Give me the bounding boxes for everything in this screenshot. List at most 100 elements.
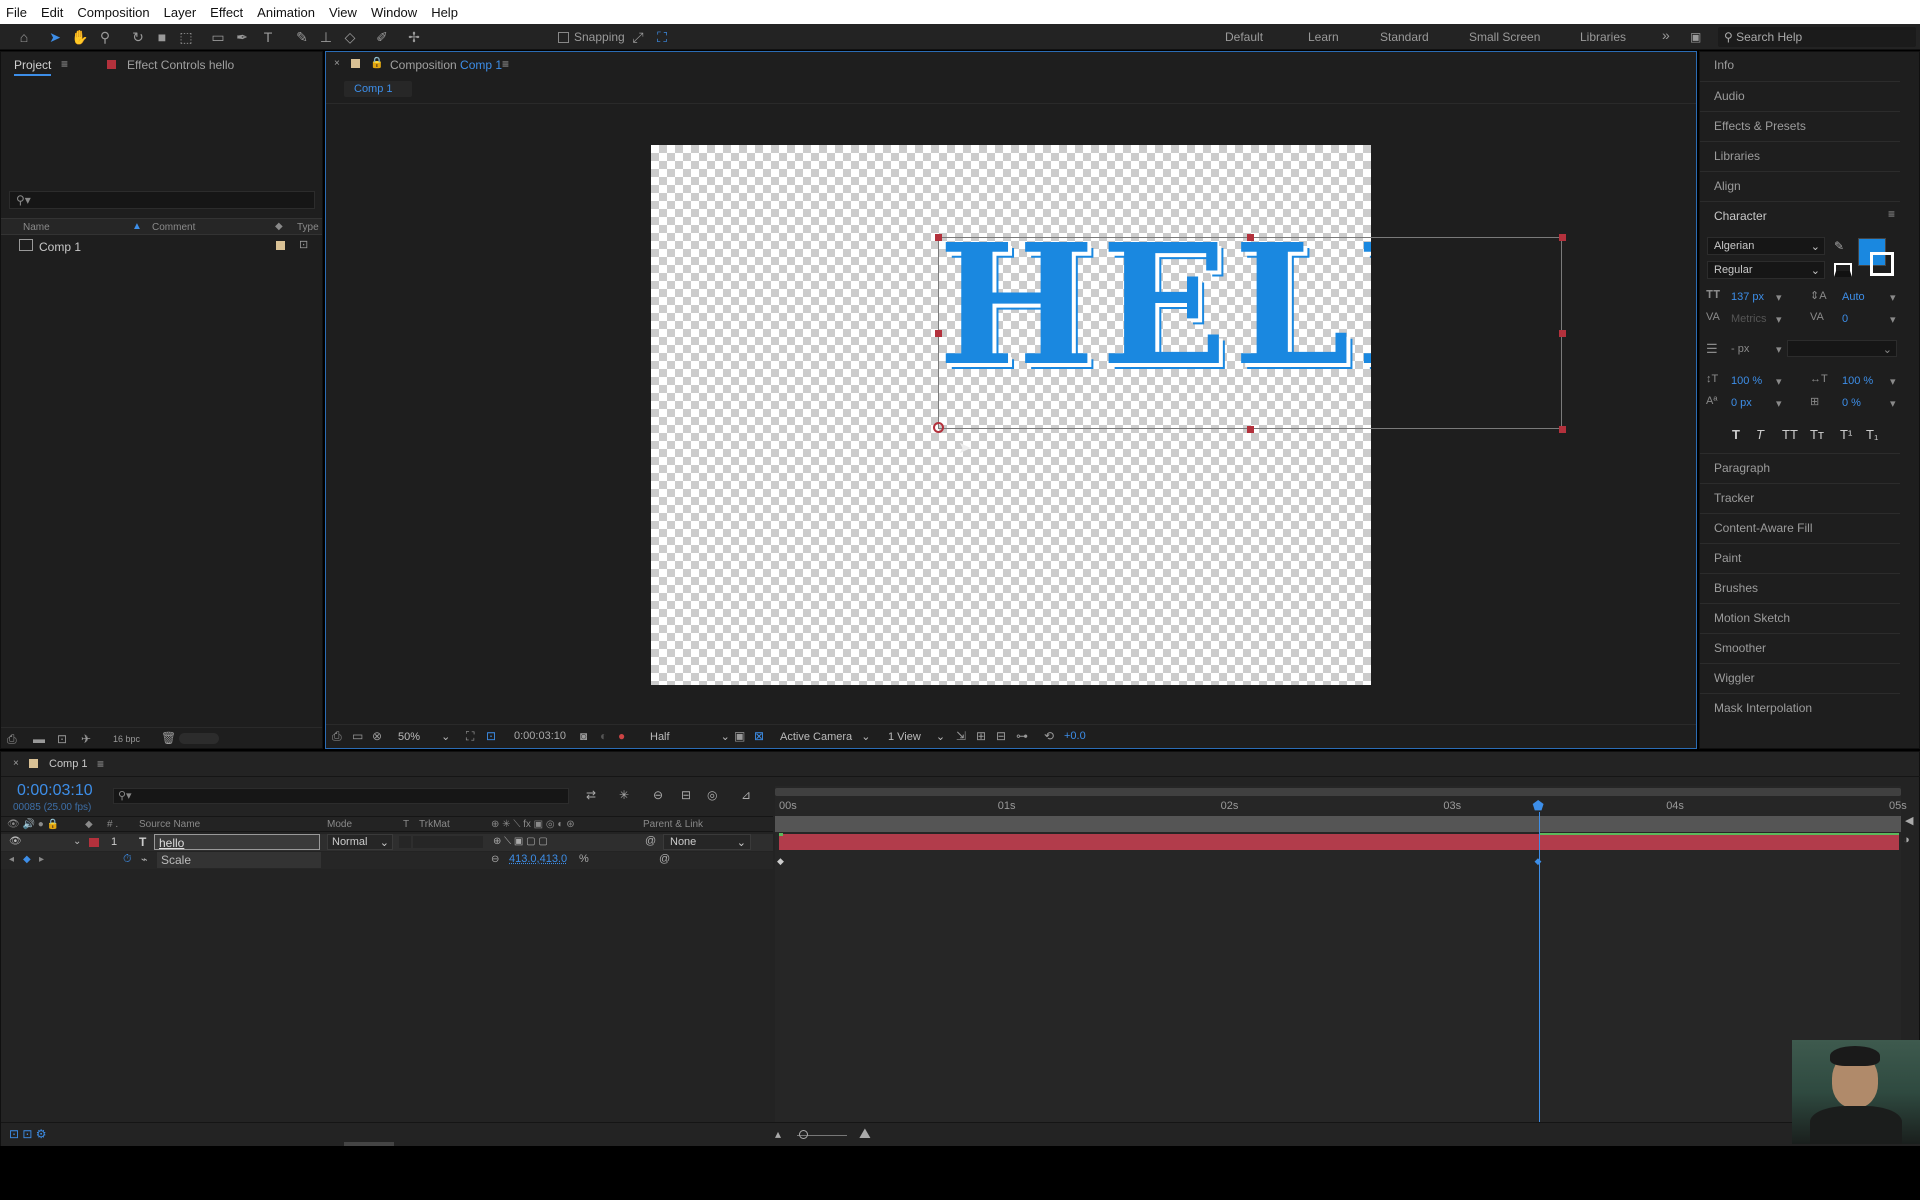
region-of-interest-icon[interactable]: ▣: [734, 729, 745, 743]
column-name[interactable]: Name: [23, 222, 50, 233]
trash-icon[interactable]: 🗑: [161, 731, 176, 745]
bbox-handle-middle-left[interactable]: [935, 330, 942, 337]
panel-audio[interactable]: Audio: [1700, 81, 1900, 109]
superscript-button[interactable]: T¹: [1840, 427, 1852, 442]
new-composition-icon[interactable]: ⊡: [57, 732, 67, 746]
panel-wiggler[interactable]: Wiggler: [1700, 663, 1900, 691]
panel-paint[interactable]: Paint: [1700, 543, 1900, 571]
workspace-learn[interactable]: Learn: [1308, 30, 1339, 44]
panel-effects-presets[interactable]: Effects & Presets: [1700, 111, 1900, 139]
snap-edges-icon[interactable]: ⤢: [628, 27, 648, 47]
shy-layers-icon[interactable]: ⊖: [653, 788, 663, 802]
motion-blur-icon[interactable]: ◎: [707, 788, 717, 802]
rotate-tool-icon[interactable]: ↻: [128, 27, 148, 47]
tab-effect-controls[interactable]: Effect Controls hello: [127, 58, 234, 72]
close-timeline-icon[interactable]: ×: [13, 758, 19, 769]
pen-tool-icon[interactable]: ✒: [232, 27, 252, 47]
tracking-value[interactable]: 0: [1842, 313, 1848, 325]
panel-align[interactable]: Align: [1700, 171, 1900, 199]
graph-editor-icon[interactable]: ⊿: [741, 788, 751, 802]
expression-pick-whip-icon[interactable]: @: [659, 853, 670, 865]
always-preview-icon[interactable]: ⎙: [332, 729, 342, 744]
exposure-value[interactable]: +0.0: [1064, 730, 1086, 742]
panel-content-aware-fill[interactable]: Content-Aware Fill: [1700, 513, 1900, 541]
mode-header[interactable]: Mode: [327, 819, 352, 830]
source-name-header[interactable]: Source Name: [139, 819, 200, 830]
timeline-tab[interactable]: Comp 1: [49, 758, 88, 770]
chevron-down-icon[interactable]: ▾: [1776, 343, 1782, 356]
layer-switches-toggle-icon[interactable]: ⊡ ⊡ ⚙: [9, 1127, 47, 1141]
comp-mini-flowchart-icon[interactable]: ⇄: [586, 788, 596, 802]
baseline-shift-value[interactable]: 0 px: [1731, 397, 1752, 409]
home-icon[interactable]: ⌂: [14, 27, 34, 47]
workspace-layout-icon[interactable]: ▣: [1690, 30, 1701, 44]
stroke-type-select[interactable]: ⌄: [1787, 340, 1897, 357]
chevron-down-icon[interactable]: ▾: [1890, 313, 1896, 326]
menu-help[interactable]: Help: [431, 5, 458, 20]
column-comment[interactable]: Comment: [152, 222, 195, 233]
zoom-out-icon[interactable]: ▴: [775, 1127, 781, 1141]
type-tool-icon[interactable]: T: [258, 27, 278, 47]
show-snapshot-icon[interactable]: ◐: [600, 729, 607, 743]
stroke-color-swatch[interactable]: [1870, 252, 1894, 276]
draft-3d-icon[interactable]: ✳: [619, 788, 629, 802]
frame-blending-icon[interactable]: ⊟: [681, 788, 691, 802]
leading-value[interactable]: Auto: [1842, 291, 1865, 303]
chevron-down-icon[interactable]: ▾: [1890, 375, 1896, 388]
exposure-reset-icon[interactable]: ⟲: [1044, 729, 1054, 743]
tab-project[interactable]: Project: [14, 58, 52, 76]
project-item-row[interactable]: Comp 1 ⊡: [1, 237, 322, 255]
title-safe-icon[interactable]: ⊡: [486, 729, 496, 743]
panel-tracker[interactable]: Tracker: [1700, 483, 1900, 511]
bbox-handle-top-center[interactable]: [1247, 234, 1254, 241]
lock-icon[interactable]: 🔒: [370, 56, 384, 69]
rectangle-tool-icon[interactable]: ▭: [208, 27, 228, 47]
horizontal-scale-value[interactable]: 100 %: [1842, 375, 1873, 387]
chevron-down-icon[interactable]: ▾: [1890, 291, 1896, 304]
timeline-search-input[interactable]: ⚲▾: [113, 788, 569, 804]
character-menu-icon[interactable]: ≡: [1888, 207, 1895, 221]
property-row[interactable]: ◂ ◆ ▸ ⏱ ⌁ Scale ⊖ 413.0,413.0 % @: [1, 852, 773, 869]
pick-whip-icon[interactable]: @: [645, 835, 656, 847]
set-black-white-icon[interactable]: [1834, 263, 1852, 277]
zoom-select[interactable]: 50% ⌄: [398, 730, 450, 743]
workspace-small-screen[interactable]: Small Screen: [1469, 30, 1540, 44]
eyedropper-icon[interactable]: ✎: [1834, 239, 1844, 253]
graph-icon[interactable]: ⌁: [141, 853, 148, 866]
menu-composition[interactable]: Composition: [77, 5, 149, 20]
timeline-menu-icon[interactable]: ≡: [97, 757, 104, 771]
snapping-checkbox[interactable]: [558, 32, 569, 43]
stopwatch-icon[interactable]: ⏱: [123, 853, 132, 866]
monitor-icon[interactable]: ▭: [352, 729, 363, 743]
chevron-down-icon[interactable]: ▾: [1776, 375, 1782, 388]
chevron-down-icon[interactable]: ▾: [1776, 397, 1782, 410]
panel-character-title[interactable]: Character: [1700, 201, 1900, 229]
timeline-icon[interactable]: ⊟: [996, 729, 1006, 743]
panel-mask-interpolation[interactable]: Mask Interpolation: [1700, 693, 1900, 721]
work-area-bar[interactable]: [775, 788, 1901, 796]
horizontal-scrollbar[interactable]: [344, 1142, 394, 1146]
workspace-default[interactable]: Default: [1225, 30, 1263, 44]
parent-select[interactable]: None ⌄: [663, 834, 751, 850]
menu-file[interactable]: File: [6, 5, 27, 20]
bbox-handle-top-left[interactable]: [935, 234, 942, 241]
constrain-proportions-icon[interactable]: ⊖: [491, 854, 499, 865]
layer-bounding-box[interactable]: [938, 237, 1562, 429]
keyframe-start[interactable]: ◆: [777, 856, 784, 867]
add-keyframe-icon[interactable]: ◆: [23, 854, 31, 865]
time-navigator[interactable]: [775, 816, 1901, 832]
expand-chevron-icon[interactable]: ⌄: [73, 836, 81, 847]
search-help-field[interactable]: ⚲ Search Help: [1718, 27, 1916, 47]
t-header[interactable]: T: [403, 819, 409, 830]
chevron-down-icon[interactable]: ▾: [1776, 313, 1782, 326]
panel-libraries[interactable]: Libraries: [1700, 141, 1900, 169]
vr-goggles-icon[interactable]: ⊗: [372, 729, 382, 743]
bit-depth-label[interactable]: 16 bpc: [113, 734, 140, 744]
bbox-handle-middle-right[interactable]: [1559, 330, 1566, 337]
switches-header-icons[interactable]: ⊕ ✳ ⟍ fx ▣ ◎ ◐ ⊛: [491, 819, 575, 830]
layer-label-swatch[interactable]: [89, 838, 99, 847]
kerning-value[interactable]: Metrics: [1731, 313, 1766, 325]
workspace-standard[interactable]: Standard: [1380, 30, 1429, 44]
tsume-value[interactable]: 0 %: [1842, 397, 1861, 409]
font-family-select[interactable]: Algerian ⌄: [1707, 237, 1825, 255]
